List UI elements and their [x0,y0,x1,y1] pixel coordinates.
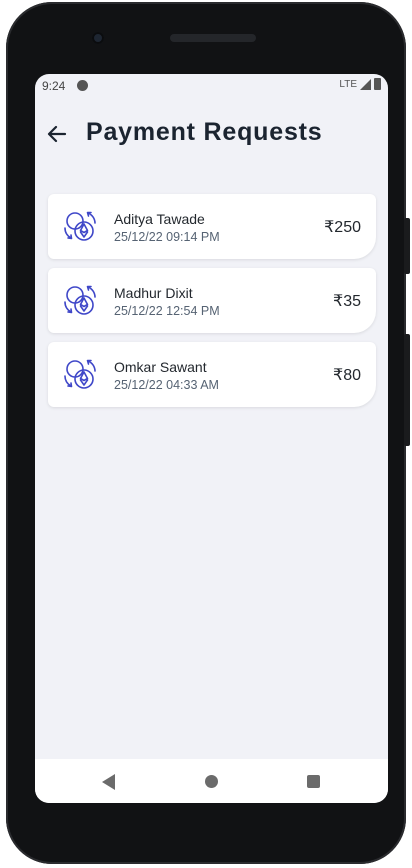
status-indicators: LTE [339,78,381,90]
nav-home-icon[interactable] [205,775,218,788]
payment-request-card[interactable]: Madhur Dixit 25/12/22 12:54 PM ₹35 [48,268,376,333]
status-bar: 9:24 LTE [35,74,388,98]
request-datetime: 25/12/22 09:14 PM [114,230,220,244]
crypto-exchange-icon [64,211,96,241]
volume-button [404,218,410,274]
requester-name: Madhur Dixit [114,285,193,301]
request-amount: ₹80 [333,367,361,384]
system-nav-bar [35,759,388,803]
page-title: Payment Requests [86,118,323,146]
app-bar: Payment Requests [35,114,388,154]
request-datetime: 25/12/22 04:33 AM [114,378,219,392]
nav-recents-icon[interactable] [307,775,320,788]
nav-back-icon[interactable] [102,774,116,790]
phone-frame: 9:24 LTE Payment Requests Aditya Tawade … [6,2,406,864]
power-button [404,334,410,446]
crypto-exchange-icon [64,359,96,389]
payment-request-card[interactable]: Omkar Sawant 25/12/22 04:33 AM ₹80 [48,342,376,407]
payment-request-card[interactable]: Aditya Tawade 25/12/22 09:14 PM ₹250 [48,194,376,259]
front-camera [92,32,104,44]
screen: 9:24 LTE Payment Requests Aditya Tawade … [35,74,388,803]
arrow-left-icon[interactable] [45,122,69,146]
requester-name: Omkar Sawant [114,359,207,375]
request-amount: ₹250 [324,219,361,236]
network-type: LTE [339,78,357,90]
requester-name: Aditya Tawade [114,211,205,227]
status-time: 9:24 [42,79,66,93]
notification-app-icon [77,80,88,91]
crypto-exchange-icon [64,285,96,315]
speaker-grille [170,34,256,42]
request-amount: ₹35 [333,293,361,310]
signal-icon [360,78,371,90]
battery-icon [374,78,381,90]
request-datetime: 25/12/22 12:54 PM [114,304,220,318]
payment-request-list: Aditya Tawade 25/12/22 09:14 PM ₹250 Mad… [48,194,376,416]
